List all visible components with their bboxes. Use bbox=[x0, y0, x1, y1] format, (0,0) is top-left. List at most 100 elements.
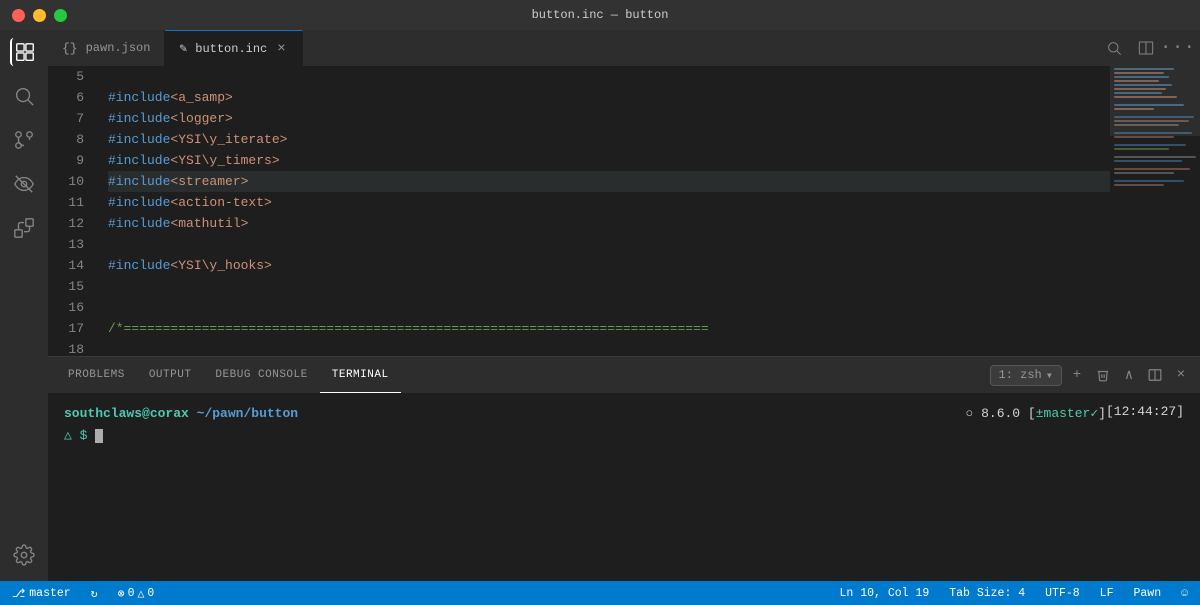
code-line-14: #include <YSI\y_hooks> bbox=[108, 255, 1110, 276]
code-line-8: #include <YSI\y_iterate> bbox=[108, 129, 1110, 150]
line-num-17: 17 bbox=[48, 318, 84, 339]
tab-pawn-json[interactable]: {} pawn.json bbox=[48, 30, 165, 66]
terminal-host: corax bbox=[150, 406, 189, 421]
activity-icon-extensions[interactable] bbox=[10, 214, 38, 242]
activity-icon-explorer[interactable] bbox=[10, 38, 38, 66]
status-lineending: LF bbox=[1100, 587, 1114, 600]
status-tabsize-item[interactable]: Tab Size: 4 bbox=[945, 581, 1029, 605]
code-line-6: #include <a_samp> bbox=[108, 87, 1110, 108]
editor-area: {} pawn.json ✎ button.inc × bbox=[48, 30, 1200, 581]
panel-tab-problems[interactable]: PROBLEMS bbox=[56, 357, 137, 393]
line-num-16: 16 bbox=[48, 297, 84, 318]
error-icon: ⊗ bbox=[118, 586, 125, 601]
terminal-node-circle: ○ bbox=[965, 406, 981, 421]
minimize-button[interactable] bbox=[33, 9, 46, 22]
activity-icon-no-eye[interactable] bbox=[10, 170, 38, 198]
close-panel-icon[interactable]: × bbox=[1170, 364, 1192, 386]
terminal-check: ✓ bbox=[1090, 406, 1098, 421]
tab-pawn-json-icon: {} bbox=[62, 41, 78, 56]
line-num-11: 11 bbox=[48, 192, 84, 213]
split-terminal-icon[interactable] bbox=[1144, 364, 1166, 386]
code-line-17: /*======================================… bbox=[108, 318, 1110, 339]
status-tabsize: Tab Size: 4 bbox=[949, 587, 1025, 600]
maximize-button[interactable] bbox=[54, 9, 67, 22]
scroll-up-icon[interactable]: ∧ bbox=[1118, 364, 1140, 386]
terminal-selector[interactable]: 1: zsh ▾ bbox=[990, 365, 1062, 386]
smiley-icon: ☺ bbox=[1181, 587, 1188, 600]
status-bar: ⎇ master ↻ ⊗ 0 △ 0 Ln 10, Col 19 Tab Siz… bbox=[0, 581, 1200, 605]
code-line-10: #include <streamer> bbox=[108, 171, 1110, 192]
status-language: Pawn bbox=[1133, 587, 1161, 600]
terminal-delta: △ $ bbox=[64, 428, 87, 443]
activity-icon-source-control[interactable] bbox=[10, 126, 38, 154]
split-editor-icon[interactable] bbox=[1132, 34, 1160, 62]
panel-tab-debug-console[interactable]: DEBUG CONSOLE bbox=[203, 357, 319, 393]
terminal-path: ~/pawn/button bbox=[197, 406, 298, 421]
status-position: Ln 10, Col 19 bbox=[840, 587, 930, 600]
terminal-branch: ± bbox=[1036, 406, 1044, 421]
warning-count: 0 bbox=[147, 587, 154, 600]
search-editor-icon[interactable] bbox=[1100, 34, 1128, 62]
status-smiley-item[interactable]: ☺ bbox=[1177, 581, 1192, 605]
code-content[interactable]: #include <a_samp> #include <logger> #inc… bbox=[100, 66, 1110, 356]
line-num-12: 12 bbox=[48, 213, 84, 234]
terminal-user: southclaws bbox=[64, 406, 142, 421]
line-num-10: 10 bbox=[48, 171, 84, 192]
terminal-time: [12:44:27] bbox=[1106, 401, 1184, 423]
code-line-7: #include <logger> bbox=[108, 108, 1110, 129]
panel-tabs: PROBLEMS OUTPUT DEBUG CONSOLE TERMINAL 1… bbox=[48, 357, 1200, 393]
code-line-5 bbox=[108, 66, 1110, 87]
tab-button-inc-close[interactable]: × bbox=[275, 39, 287, 59]
status-position-item[interactable]: Ln 10, Col 19 bbox=[836, 581, 934, 605]
kill-terminal-icon[interactable] bbox=[1092, 364, 1114, 386]
activity-icon-search[interactable] bbox=[10, 82, 38, 110]
code-line-16 bbox=[108, 297, 1110, 318]
activity-bar bbox=[0, 30, 48, 581]
add-terminal-icon[interactable]: + bbox=[1066, 364, 1088, 386]
tab-pawn-json-label: pawn.json bbox=[86, 41, 151, 55]
terminal-branch-name: master bbox=[1044, 406, 1091, 421]
line-num-18: 18 bbox=[48, 339, 84, 356]
close-button[interactable] bbox=[12, 9, 25, 22]
code-editor[interactable]: 5 6 7 8 9 10 11 12 13 14 15 16 17 18 #in… bbox=[48, 66, 1200, 356]
status-language-item[interactable]: Pawn bbox=[1129, 581, 1165, 605]
tab-button-inc[interactable]: ✎ button.inc × bbox=[165, 30, 302, 66]
panel-tab-output[interactable]: OUTPUT bbox=[137, 357, 204, 393]
window-title: button.inc — button bbox=[532, 8, 669, 22]
status-errors-item[interactable]: ⊗ 0 △ 0 bbox=[114, 581, 159, 605]
code-line-9: #include <YSI\y_timers> bbox=[108, 150, 1110, 171]
git-branch-icon: ⎇ bbox=[12, 586, 25, 601]
status-left: ⎇ master ↻ ⊗ 0 △ 0 bbox=[8, 581, 158, 605]
tab-button-inc-label: button.inc bbox=[195, 42, 267, 56]
terminal-node-branch: ○ 8.6.0 [±master✓] bbox=[965, 403, 1106, 425]
bottom-panel: PROBLEMS OUTPUT DEBUG CONSOLE TERMINAL 1… bbox=[48, 356, 1200, 581]
panel-tab-terminal[interactable]: TERMINAL bbox=[320, 357, 401, 393]
line-num-14: 14 bbox=[48, 255, 84, 276]
line-num-13: 13 bbox=[48, 234, 84, 255]
titlebar: button.inc — button bbox=[0, 0, 1200, 30]
line-num-8: 8 bbox=[48, 129, 84, 150]
status-branch-name: master bbox=[29, 587, 70, 600]
status-branch-item[interactable]: ⎇ master bbox=[8, 581, 75, 605]
status-lineending-item[interactable]: LF bbox=[1096, 581, 1118, 605]
activity-bar-bottom bbox=[10, 541, 38, 581]
terminal-node-bracket-close: ] bbox=[1098, 406, 1106, 421]
sync-icon: ↻ bbox=[91, 586, 98, 601]
terminal-node-bracket-open: [ bbox=[1020, 406, 1036, 421]
code-line-18 bbox=[108, 339, 1110, 356]
tab-bar-actions: ··· bbox=[1100, 34, 1200, 62]
status-sync-item[interactable]: ↻ bbox=[87, 581, 102, 605]
terminal-input-line: △ $ bbox=[64, 425, 1184, 447]
terminal-cursor bbox=[95, 429, 103, 443]
status-encoding: UTF-8 bbox=[1045, 587, 1080, 600]
more-actions-icon[interactable]: ··· bbox=[1164, 34, 1192, 62]
terminal-selector-label: 1: zsh bbox=[999, 368, 1042, 382]
status-encoding-item[interactable]: UTF-8 bbox=[1041, 581, 1084, 605]
error-count: 0 bbox=[128, 587, 135, 600]
warning-icon: △ bbox=[137, 586, 144, 601]
activity-icon-settings[interactable] bbox=[10, 541, 38, 569]
line-num-9: 9 bbox=[48, 150, 84, 171]
code-line-15 bbox=[108, 276, 1110, 297]
line-num-5: 5 bbox=[48, 66, 84, 87]
panel-actions: 1: zsh ▾ + ∧ bbox=[990, 364, 1192, 386]
